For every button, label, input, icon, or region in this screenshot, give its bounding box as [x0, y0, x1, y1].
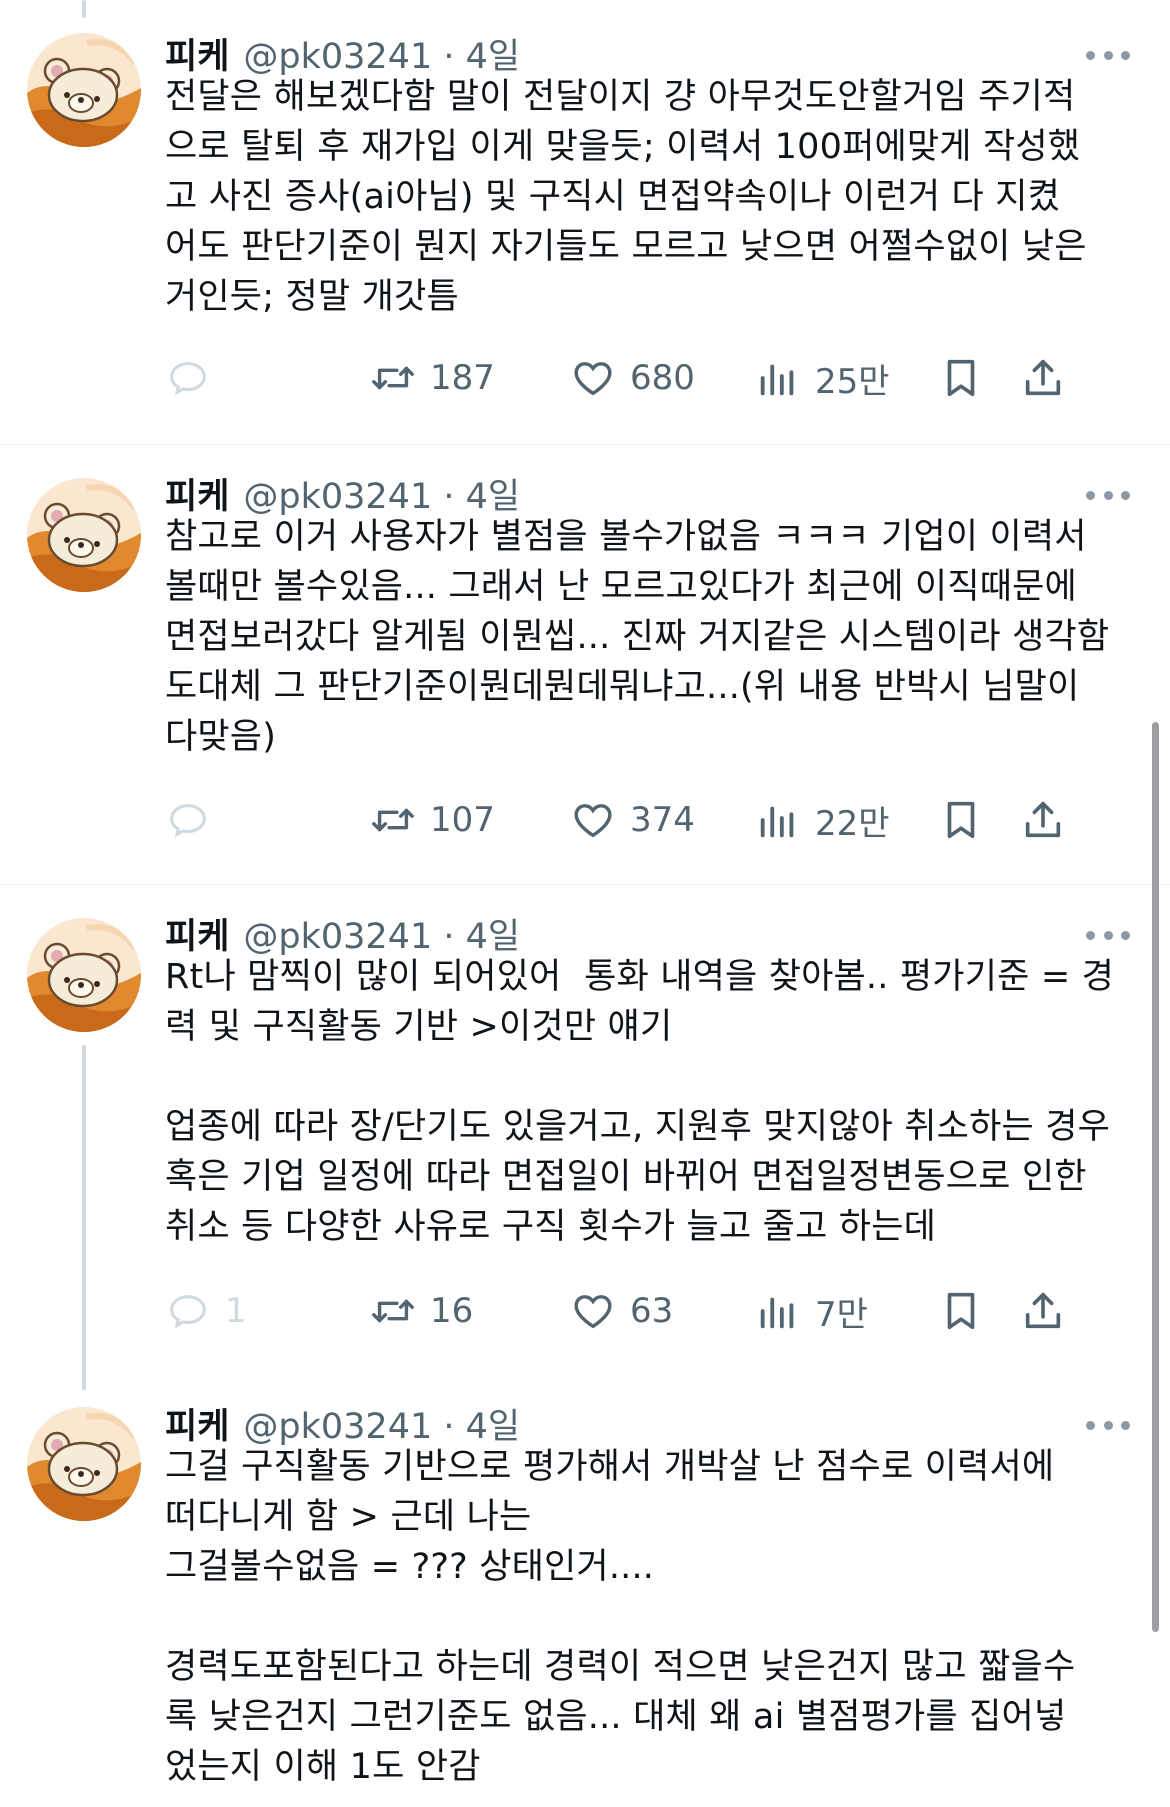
divider	[0, 884, 1170, 885]
more-icon[interactable]	[1086, 485, 1130, 505]
reply-button[interactable]: 1	[165, 1281, 247, 1341]
tweet-text: 전달은 해보겠다함 말이 전달이지 걍 아무것도안할거임 주기적 으로 탈퇴 후…	[165, 77, 1087, 317]
reply-button[interactable]	[165, 790, 225, 850]
views-icon	[760, 806, 794, 838]
retweet-button[interactable]: 16	[370, 1281, 473, 1341]
more-icon[interactable]	[1086, 925, 1130, 945]
retweet-icon	[372, 366, 414, 390]
avatar[interactable]	[27, 478, 141, 592]
share-button[interactable]	[1020, 1281, 1066, 1341]
share-icon	[1025, 359, 1061, 396]
more-icon[interactable]	[1086, 45, 1130, 65]
separator-dot: ·	[432, 1407, 466, 1447]
retweet-button[interactable]: 187	[370, 348, 495, 408]
like-count: 374	[630, 800, 695, 840]
views-icon	[760, 1297, 794, 1329]
tweet-text: 그걸 구직활동 기반으로 평가해서 개박살 난 점수로 이력서에 떠다니게 함 …	[165, 1447, 1076, 1787]
like-button[interactable]: 680	[570, 348, 695, 408]
reply-icon	[170, 1295, 206, 1329]
retweet-count: 16	[430, 1291, 474, 1331]
separator-dot: ·	[432, 477, 466, 517]
user-handle[interactable]: @pk03241	[243, 917, 432, 957]
share-icon	[1025, 801, 1061, 838]
bookmark-button[interactable]	[938, 1281, 984, 1341]
separator-dot: ·	[432, 917, 466, 957]
avatar-rilakkuma	[27, 918, 141, 1032]
tweet-header: 피케 @pk03241 · 4일	[165, 908, 520, 958]
retweet-count: 187	[430, 358, 495, 398]
tweet-header: 피케 @pk03241 · 4일	[165, 28, 520, 78]
more-icon[interactable]	[1086, 1415, 1130, 1435]
share-icon	[1025, 1292, 1061, 1329]
like-count: 63	[630, 1291, 674, 1331]
views-button[interactable]: 7만	[755, 1281, 868, 1341]
view-count: 25만	[815, 361, 890, 402]
like-icon	[574, 1295, 612, 1329]
scrollbar[interactable]	[1152, 722, 1159, 1632]
retweet-count: 107	[430, 800, 495, 840]
tweet-header: 피케 @pk03241 · 4일	[165, 1398, 520, 1448]
avatar[interactable]	[27, 918, 141, 1032]
tweet-header: 피케 @pk03241 · 4일	[165, 468, 520, 518]
avatar-rilakkuma	[27, 33, 141, 147]
reply-icon	[170, 804, 206, 838]
divider	[0, 444, 1170, 445]
bookmark-button[interactable]	[938, 348, 984, 408]
reply-button[interactable]	[165, 348, 225, 408]
share-button[interactable]	[1020, 790, 1066, 850]
like-button[interactable]: 374	[570, 790, 695, 850]
avatar[interactable]	[27, 1407, 141, 1521]
views-button[interactable]: 25만	[755, 348, 890, 408]
separator-dot: ·	[432, 37, 466, 77]
like-button[interactable]: 63	[570, 1281, 673, 1341]
views-button[interactable]: 22만	[755, 790, 890, 850]
user-handle[interactable]: @pk03241	[243, 37, 432, 77]
avatar-rilakkuma	[27, 478, 141, 592]
retweet-icon	[372, 808, 414, 832]
tweet-actions: 107 374 22만	[165, 790, 1145, 850]
tweet-text: 참고로 이거 사용자가 별점을 볼수가없음 ㅋㅋㅋ 기업이 이력서 볼때만 볼수…	[165, 517, 1110, 757]
bookmark-icon	[947, 359, 975, 397]
tweet-actions: 1 16 63 7만	[165, 1281, 1145, 1341]
like-icon	[574, 804, 612, 838]
avatar-rilakkuma	[27, 1407, 141, 1521]
share-button[interactable]	[1020, 348, 1066, 408]
thread-connector-top	[82, 0, 86, 18]
user-handle[interactable]: @pk03241	[243, 1407, 432, 1447]
thread-connector	[82, 1045, 86, 1390]
like-icon	[574, 362, 612, 396]
reply-icon	[170, 362, 206, 396]
bookmark-button[interactable]	[938, 790, 984, 850]
user-handle[interactable]: @pk03241	[243, 477, 432, 517]
avatar[interactable]	[27, 33, 141, 147]
tweet-text: Rt나 맘찍이 많이 되어있어 통화 내역을 찾아봄.. 평가기준 = 경 력 …	[165, 957, 1115, 1247]
view-count: 22만	[815, 803, 890, 844]
retweet-button[interactable]: 107	[370, 790, 495, 850]
bookmark-icon	[947, 1292, 975, 1330]
reply-count: 1	[225, 1291, 247, 1331]
bookmark-icon	[947, 801, 975, 839]
tweet-actions: 187 680 25만	[165, 348, 1145, 408]
view-count: 7만	[815, 1294, 868, 1335]
like-count: 680	[630, 358, 695, 398]
views-icon	[760, 364, 794, 396]
retweet-icon	[372, 1299, 414, 1323]
